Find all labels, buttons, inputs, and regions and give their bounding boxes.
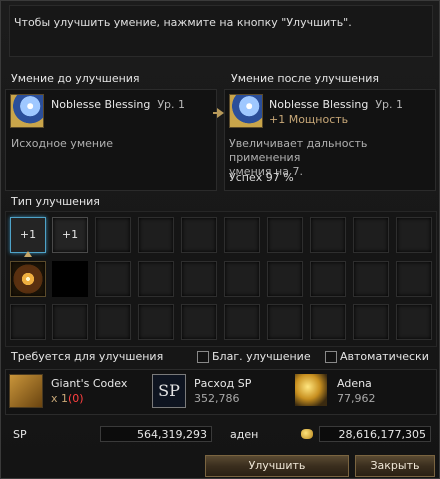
grid-slot (310, 261, 346, 297)
item1-qty-have: (0) (68, 392, 84, 405)
before-skill-label: Noblesse Blessing (51, 98, 151, 111)
item3-value: 77,962 (337, 392, 376, 405)
grid-slot (224, 261, 260, 297)
grid-slot (95, 304, 131, 340)
arrow-right-icon (217, 108, 224, 118)
item1-qty-required: x 1 (51, 392, 69, 405)
grid-slot (10, 304, 46, 340)
before-description: Исходное умение (11, 137, 113, 150)
grid-slot (181, 304, 217, 340)
upgrade-option-2[interactable]: +1 (52, 217, 88, 253)
grid-slot (181, 217, 217, 253)
grid-slot (353, 304, 389, 340)
grid-slot (267, 217, 303, 253)
item3-name: Adena (337, 377, 372, 390)
item2-name: Расход SP (194, 377, 252, 390)
sp-icon: SP (152, 374, 186, 408)
grid-slot (52, 304, 88, 340)
grid-slot (396, 261, 432, 297)
grid-slot (95, 261, 131, 297)
arrow-up-icon (24, 251, 32, 257)
grid-slot (396, 304, 432, 340)
grid-slot (310, 304, 346, 340)
enchant-star-icon[interactable] (10, 261, 46, 297)
grid-slot (224, 217, 260, 253)
grid-slot (396, 217, 432, 253)
before-skill-name: Noblesse Blessing Ур. 1 (51, 98, 185, 111)
after-skill-level: Ур. 1 (375, 98, 404, 111)
requirements-title: Требуется для улучшения (11, 350, 164, 363)
grid-slot (353, 217, 389, 253)
noblesse-blessing-enchanted-icon (229, 94, 263, 128)
grid-slot (267, 261, 303, 297)
auto-checkbox[interactable] (325, 351, 337, 363)
after-skill-name: Noblesse Blessing Ур. 1 (269, 98, 403, 111)
grid-slot (138, 304, 174, 340)
adena-label: аден (230, 428, 259, 441)
item1-qty: x 1(0) (51, 392, 84, 405)
blessed-checkbox[interactable] (197, 351, 209, 363)
after-skill-label: Noblesse Blessing (269, 98, 369, 111)
grid-slot (224, 304, 260, 340)
upgrade-option-1[interactable]: +1 (10, 217, 46, 253)
after-title: Умение после улучшения (231, 72, 379, 85)
adena-icon (295, 374, 327, 406)
before-skill-level: Ур. 1 (157, 98, 186, 111)
before-title: Умение до улучшения (11, 72, 140, 85)
item2-value: 352,786 (194, 392, 240, 405)
auto-label: Автоматически (340, 350, 429, 363)
after-enchant-route: +1 Мощность (269, 113, 349, 126)
after-desc-line1: Увеличивает дальность применения (229, 137, 368, 164)
skill-enchant-window: Чтобы улучшить умение, нажмите на кнопку… (0, 0, 440, 479)
grid-slot (267, 304, 303, 340)
grid-slot-empty (52, 261, 88, 297)
grid-slot (138, 217, 174, 253)
grid-slot (138, 261, 174, 297)
sp-label: SP (13, 428, 27, 441)
success-rate: Успех 97 % (229, 171, 294, 184)
adena-total-field: 28,616,177,305 (319, 426, 431, 442)
grid-slot (181, 261, 217, 297)
noblesse-blessing-icon (10, 94, 44, 128)
hint-panel: Чтобы улучшить умение, нажмите на кнопку… (9, 5, 433, 57)
sp-total-field: 564,319,293 (100, 426, 212, 442)
item1-name: Giant's Codex (51, 377, 128, 390)
grid-slot (95, 217, 131, 253)
close-button[interactable]: Закрыть (355, 455, 435, 477)
grid-slot (310, 217, 346, 253)
upgrade-type-title: Тип улучшения (11, 195, 100, 208)
grid-slot (353, 261, 389, 297)
upgrade-button[interactable]: Улучшить (205, 455, 349, 477)
adena-coin-icon (301, 429, 313, 439)
hint-text: Чтобы улучшить умение, нажмите на кнопку… (14, 16, 352, 29)
blessed-label: Благ. улучшение (212, 350, 311, 363)
giants-codex-icon (9, 374, 43, 408)
